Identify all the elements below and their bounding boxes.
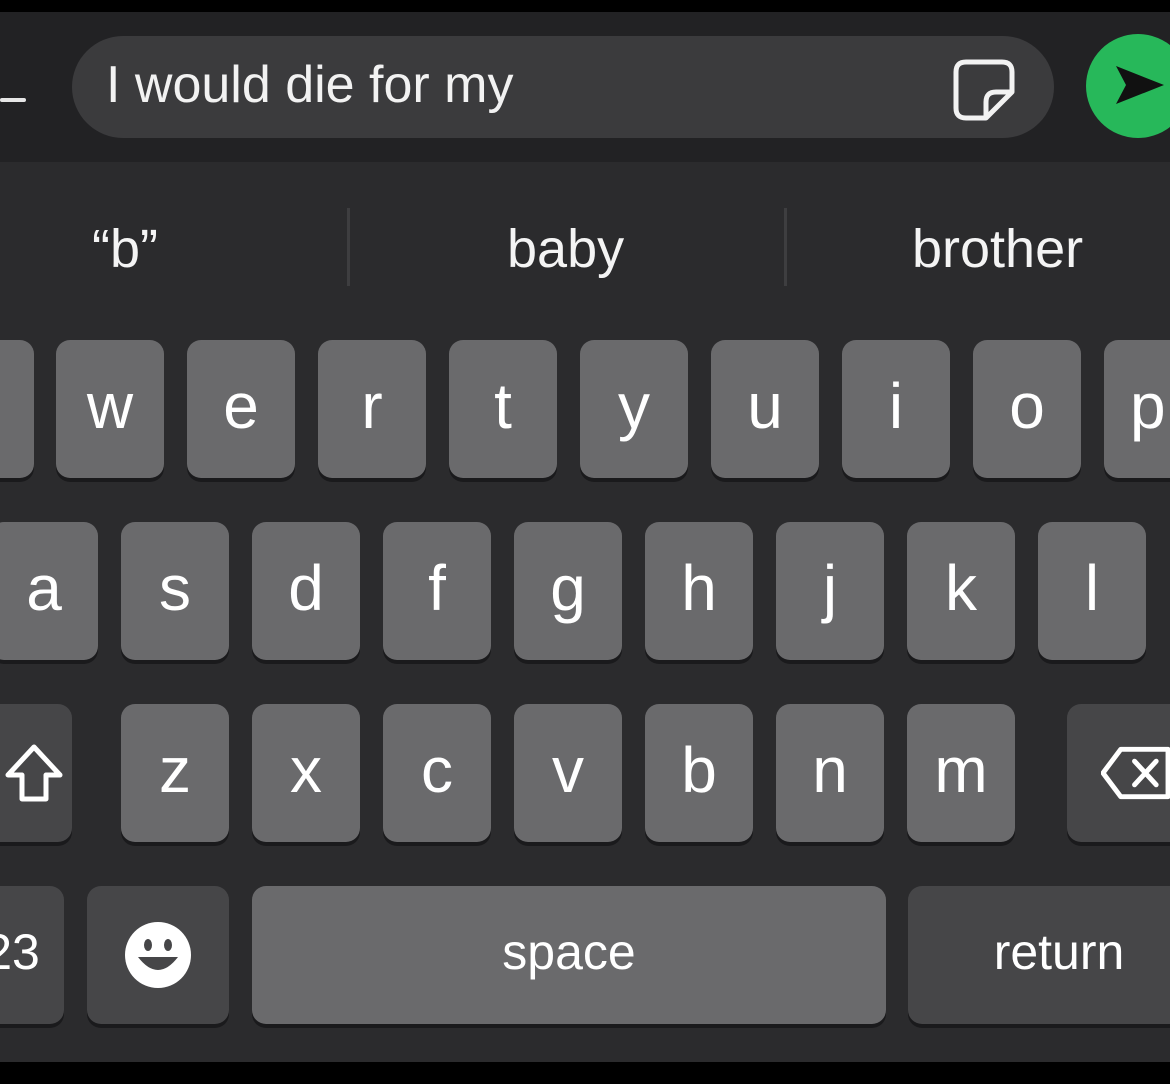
key-z[interactable]: z: [121, 704, 229, 842]
key-t[interactable]: t: [449, 340, 557, 478]
top-edge: [0, 0, 1170, 12]
message-field[interactable]: I would die for my: [72, 36, 1054, 138]
key-w[interactable]: w: [56, 340, 164, 478]
key-e[interactable]: e: [187, 340, 295, 478]
key-u[interactable]: u: [711, 340, 819, 478]
key-m[interactable]: m: [907, 704, 1015, 842]
bottom-edge: [0, 1062, 1170, 1084]
key-i[interactable]: i: [842, 340, 950, 478]
key-o[interactable]: o: [973, 340, 1081, 478]
key-l[interactable]: l: [1038, 522, 1146, 660]
sticker-icon[interactable]: [952, 58, 1016, 122]
suggestion-brother[interactable]: brother: [912, 216, 1083, 282]
send-icon: [1116, 66, 1164, 104]
message-text: I would die for my: [106, 56, 514, 114]
suggestion-quoted[interactable]: “b”: [92, 216, 158, 282]
key-s[interactable]: s: [121, 522, 229, 660]
key-y[interactable]: y: [580, 340, 688, 478]
key-d[interactable]: d: [252, 522, 360, 660]
backspace-key[interactable]: [1067, 704, 1170, 842]
key-c[interactable]: c: [383, 704, 491, 842]
numbers-key[interactable]: 23: [0, 886, 64, 1024]
dash-icon[interactable]: [0, 98, 26, 102]
suggestion-divider: [784, 208, 787, 286]
key-v[interactable]: v: [514, 704, 622, 842]
shift-key[interactable]: [0, 704, 72, 842]
key-k[interactable]: k: [907, 522, 1015, 660]
suggestion-divider: [347, 208, 350, 286]
key-r[interactable]: r: [318, 340, 426, 478]
return-key[interactable]: return: [908, 886, 1170, 1024]
key-j[interactable]: j: [776, 522, 884, 660]
key-q[interactable]: [0, 340, 34, 478]
key-n[interactable]: n: [776, 704, 884, 842]
key-p[interactable]: p: [1104, 340, 1170, 478]
backspace-icon: [1101, 746, 1170, 800]
shift-icon: [5, 744, 63, 802]
key-b[interactable]: b: [645, 704, 753, 842]
key-h[interactable]: h: [645, 522, 753, 660]
key-g[interactable]: g: [514, 522, 622, 660]
suggestion-baby[interactable]: baby: [507, 216, 624, 282]
key-a[interactable]: a: [0, 522, 98, 660]
key-f[interactable]: f: [383, 522, 491, 660]
emoji-icon: [125, 922, 191, 988]
space-key[interactable]: space: [252, 886, 886, 1024]
key-x[interactable]: x: [252, 704, 360, 842]
emoji-key[interactable]: [87, 886, 229, 1024]
